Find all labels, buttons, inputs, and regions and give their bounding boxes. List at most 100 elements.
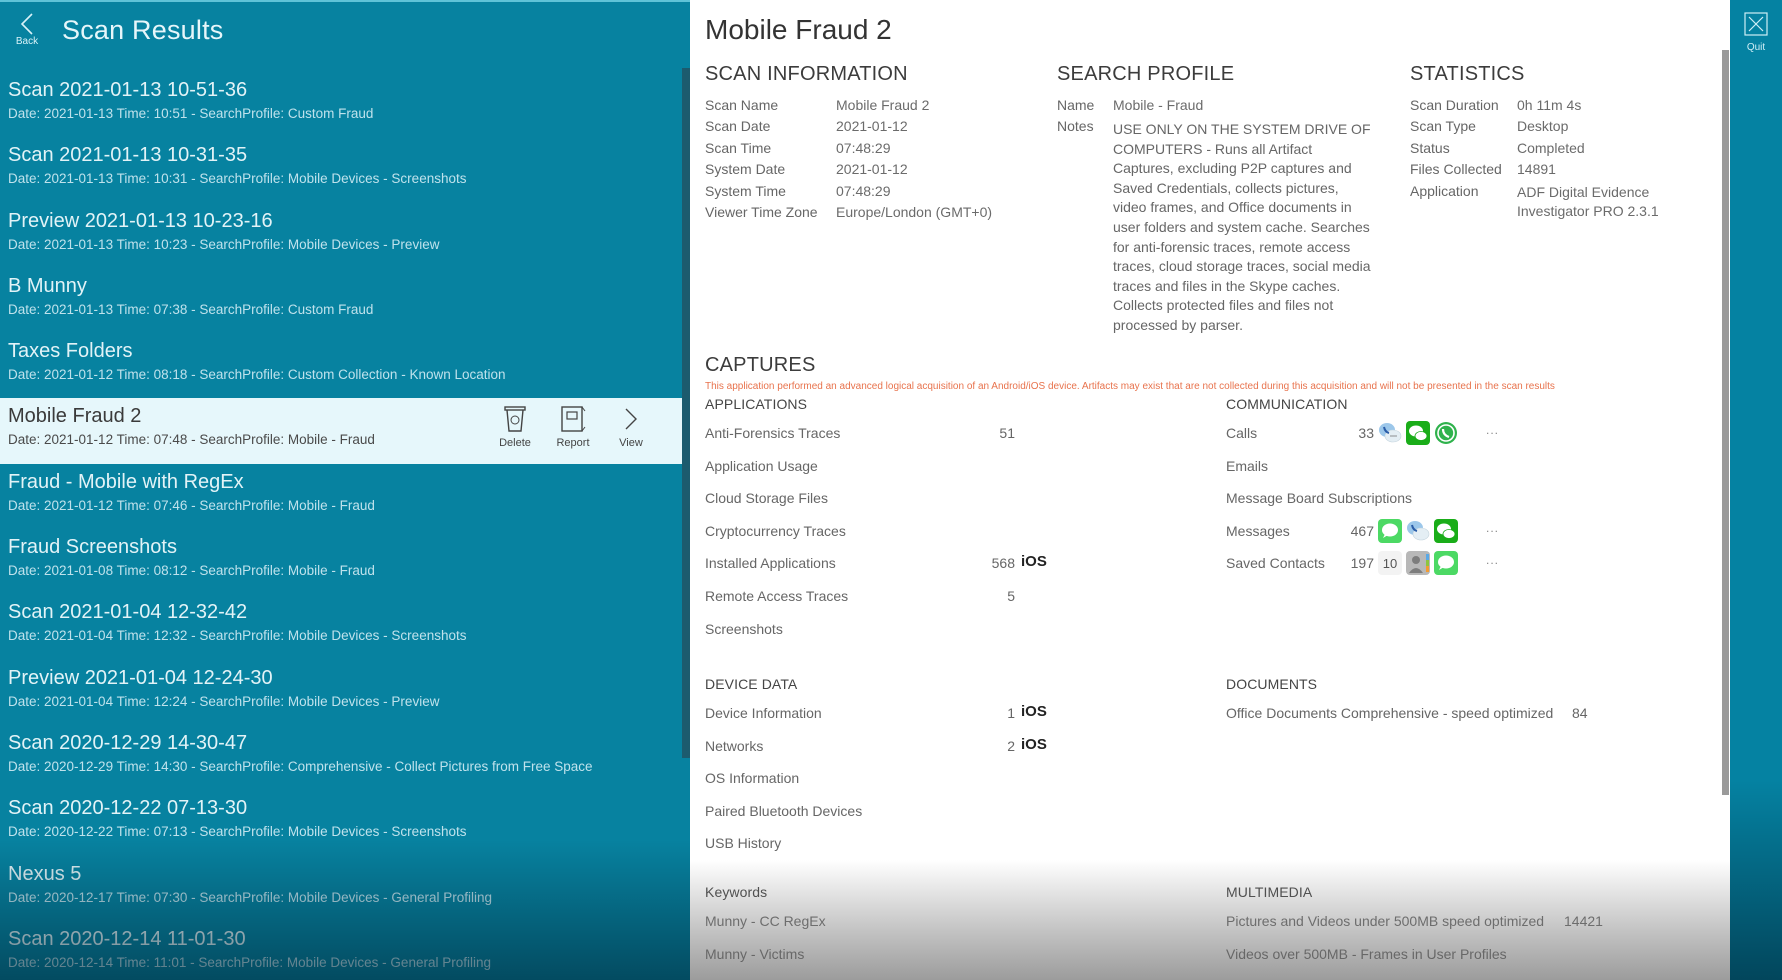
quit-button[interactable]: Quit <box>1738 12 1774 53</box>
stat-value: Desktop <box>1517 118 1569 135</box>
close-box-icon <box>1744 12 1768 36</box>
info-key: System Time <box>705 182 786 199</box>
scan-list-item[interactable]: Scan 2020-12-29 14-30-47 Date: 2020-12-29… <box>0 725 682 790</box>
documents-heading: DOCUMENTS <box>1226 676 1318 692</box>
stat-row: Files Collected 14891 <box>1410 161 1722 182</box>
scan-list-item-selected[interactable]: Mobile Fraud 2 Date: 2021-01-12 Time: 07… <box>0 398 682 464</box>
scan-list-item[interactable]: B Munny Date: 2021-01-13 Time: 07:38 - Se… <box>0 268 682 333</box>
info-value: Mobile Fraud 2 <box>836 97 930 113</box>
capture-row[interactable]: Cryptocurrency Traces <box>705 517 1085 550</box>
scan-list-item[interactable]: Scan 2021-01-13 10-51-36 Date: 2021-01-13… <box>0 72 682 137</box>
report-icon <box>561 406 586 433</box>
capture-row[interactable]: Device Information 1 iOS <box>705 699 1085 732</box>
scan-list-item[interactable]: Taxes Folders Date: 2021-01-12 Time: 08:1… <box>0 333 682 398</box>
recycle-bin-icon <box>504 406 526 433</box>
info-value: 2021-01-12 <box>836 161 908 178</box>
capture-label: Office Documents Comprehensive - speed o… <box>1226 705 1554 721</box>
capture-row[interactable]: Messages 467 ... <box>1226 517 1626 550</box>
stat-value: Completed <box>1517 139 1585 156</box>
captures-heading: CAPTURES <box>705 354 816 376</box>
scan-meta: Date: 2021-01-08 Time: 08:12 - SearchPro… <box>8 563 375 579</box>
capture-row[interactable]: Anti-Forensics Traces 51 <box>705 419 1085 452</box>
back-button[interactable]: Back <box>12 12 42 56</box>
capture-row[interactable]: Installed Applications 568 iOS <box>705 549 1085 582</box>
info-key: Scan Name <box>705 97 779 113</box>
scan-meta: Date: 2020-12-17 Time: 07:30 - SearchPro… <box>8 889 492 905</box>
contacts-icon <box>1406 551 1430 576</box>
page-title: Scan Results <box>62 15 224 45</box>
capture-row[interactable]: Screenshots <box>705 615 1085 648</box>
capture-row[interactable]: Videos over 500MB - Frames in User Profi… <box>1226 940 1626 973</box>
capture-row[interactable]: Office Documents Comprehensive - speed o… <box>1226 699 1626 732</box>
scan-list-item[interactable]: Nexus 5 Date: 2020-12-17 Time: 07:30 - Se… <box>0 856 682 921</box>
capture-row[interactable]: USB History <box>705 829 1085 862</box>
capture-row[interactable]: Remote Access Traces 5 <box>705 582 1085 615</box>
scan-list-item[interactable]: Preview 2021-01-04 12-24-30 Date: 2021-01… <box>0 660 682 725</box>
scan-name: Scan 2021-01-04 12-32-42 <box>8 601 248 624</box>
capture-label: Application Usage <box>705 457 818 474</box>
capture-label: Screenshots <box>705 620 783 637</box>
scan-list-item[interactable]: Fraud - Mobile with RegEx Date: 2021-01-1… <box>0 464 682 529</box>
scan-list-item[interactable]: Scan 2020-12-14 11-01-30 Date: 2020-12-14… <box>0 921 682 980</box>
capture-row[interactable]: Networks 2 iOS <box>705 732 1085 765</box>
capture-row[interactable]: Paired Bluetooth Devices <box>705 797 1085 830</box>
scan-results-panel: Back Scan Results Scan 2021-01-13 10-51-… <box>0 0 690 980</box>
applications-list: Anti-Forensics Traces 51 Application Usag… <box>705 419 1085 647</box>
capture-label: Munny - Victims <box>705 945 805 962</box>
profile-row: Name Mobile - Fraud <box>1057 97 1203 118</box>
scan-list-item[interactable]: Scan 2021-01-04 12-32-42 Date: 2021-01-04… <box>0 594 682 659</box>
capture-row[interactable]: Message Board Subscriptions <box>1226 484 1626 517</box>
statistics-heading: STATISTICS <box>1410 63 1525 85</box>
back-label: Back <box>15 36 39 47</box>
capture-row[interactable]: Cloud Storage Files <box>705 484 1085 517</box>
detail-scrollbar[interactable] <box>1722 50 1729 795</box>
more-indicator[interactable]: ... <box>1486 423 1499 437</box>
scan-list-item[interactable]: Fraud Screenshots Date: 2021-01-08 Time: … <box>0 529 682 594</box>
view-button[interactable]: View <box>602 405 660 449</box>
stat-row: Scan Type Desktop <box>1410 118 1722 139</box>
scan-list-scrollbar[interactable] <box>682 68 690 758</box>
ios-badge: iOS <box>1021 553 1047 571</box>
row-actions: Delete Report View <box>486 405 660 449</box>
command-strip: Quit <box>1730 0 1782 980</box>
more-indicator[interactable]: ... <box>1486 521 1499 535</box>
stat-value: 14891 <box>1517 161 1556 178</box>
capture-label: Message Board Subscriptions <box>1226 490 1412 507</box>
device-data-heading: DEVICE DATA <box>705 676 798 692</box>
more-indicator[interactable]: ... <box>1486 553 1499 567</box>
report-button[interactable]: Report <box>544 405 602 449</box>
capture-row[interactable]: Calls 33 ... <box>1226 419 1626 452</box>
capture-count: 51 <box>999 425 1015 441</box>
scan-list-item[interactable]: Preview 2021-01-13 10-23-16 Date: 2021-01… <box>0 203 682 268</box>
scan-meta: Date: 2021-01-04 Time: 12:24 - SearchPro… <box>8 693 440 709</box>
info-row: Scan Time 07:48:29 <box>705 140 992 161</box>
capture-row[interactable]: Pictures and Videos under 500MB speed op… <box>1226 907 1626 940</box>
info-key: Viewer Time Zone <box>705 203 818 220</box>
capture-row[interactable]: Munny - Victims <box>705 940 1085 973</box>
scan-list-item[interactable]: Scan 2020-12-22 07-13-30 Date: 2020-12-22… <box>0 790 682 855</box>
capture-label: Paired Bluetooth Devices <box>705 802 863 819</box>
scan-list-item[interactable]: Scan 2021-01-13 10-31-35 Date: 2021-01-13… <box>0 137 682 202</box>
capture-label: OS Information <box>705 770 800 787</box>
whatsapp-icon <box>1434 421 1458 445</box>
capture-row[interactable]: Emails <box>1226 452 1626 485</box>
info-row: Scan Date 2021-01-12 <box>705 118 992 139</box>
delete-button[interactable]: Delete <box>486 405 544 449</box>
profile-notes-key: Notes <box>1057 118 1094 135</box>
capture-row[interactable]: Munny - CC RegEx <box>705 907 1085 940</box>
app-icons <box>1378 421 1458 445</box>
info-key: System Date <box>705 161 786 178</box>
scan-name: Nexus 5 <box>8 862 82 885</box>
voip-call-icon <box>1406 519 1430 543</box>
capture-row[interactable]: Application Usage <box>705 452 1085 485</box>
device-data-list: Device Information 1 iOS Networks 2 iOS OS I… <box>705 699 1085 862</box>
capture-row[interactable]: OS Information <box>705 764 1085 797</box>
capture-row[interactable]: Saved Contacts 197 10 ... <box>1226 549 1626 582</box>
capture-count: 33 <box>1358 425 1374 441</box>
capture-label: Remote Access Traces <box>705 587 849 604</box>
profile-name-key: Name <box>1057 97 1095 113</box>
capture-label: Cloud Storage Files <box>705 490 828 507</box>
scan-meta: Date: 2021-01-13 Time: 10:31 - SearchPro… <box>8 171 467 187</box>
stat-key: Status <box>1410 139 1450 156</box>
capture-label: Installed Applications <box>705 555 836 572</box>
